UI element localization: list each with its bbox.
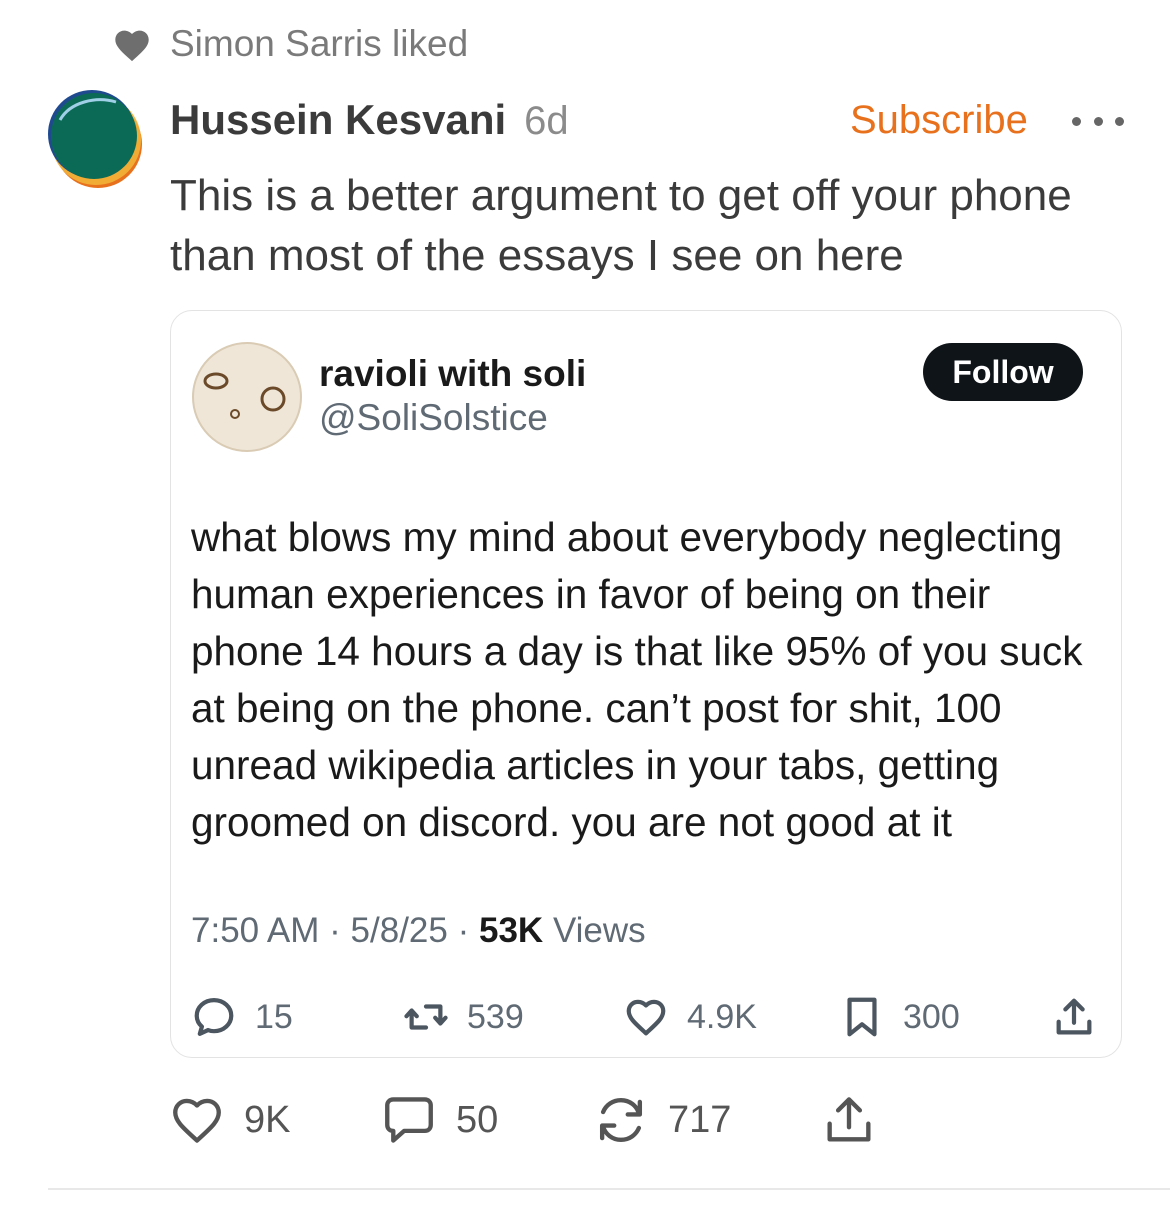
retweet-button[interactable]: 539 — [403, 993, 524, 1041]
post-time: 6d — [524, 99, 569, 143]
embedded-post[interactable]: ravioli with soli @SoliSolstice Follow w… — [170, 310, 1122, 1058]
more-options-icon[interactable] — [1072, 106, 1124, 136]
share-icon — [1056, 998, 1092, 1035]
note-header: Hussein Kesvani 6d — [170, 96, 569, 150]
bookmark-count: 300 — [903, 997, 960, 1036]
reply-count: 15 — [255, 997, 293, 1036]
liked-by-row: Simon Sarris liked — [112, 22, 468, 66]
meta-separator: · — [329, 911, 341, 950]
embed-meta: 7:50 AM · 5/8/25 · 53K Views — [191, 911, 646, 951]
reply-icon — [194, 998, 234, 1036]
heart-icon — [115, 30, 149, 62]
retweet-icon — [404, 1004, 448, 1030]
note-share-button[interactable] — [820, 1090, 878, 1150]
note-restack-button[interactable]: 717 — [592, 1090, 731, 1150]
retweet-count: 539 — [467, 997, 524, 1036]
embed-display-name[interactable]: ravioli with soli — [319, 353, 586, 395]
share-button[interactable] — [1051, 993, 1097, 1041]
author-avatar[interactable] — [46, 90, 146, 190]
like-button[interactable]: 4.9K — [623, 993, 757, 1041]
heart-outline-icon — [626, 999, 666, 1036]
note-restack-count: 717 — [668, 1098, 732, 1141]
note-like-button[interactable]: 9K — [168, 1090, 290, 1150]
share-icon — [827, 1097, 871, 1142]
author-name[interactable]: Hussein Kesvani — [170, 96, 506, 144]
divider — [48, 1188, 1170, 1190]
embed-body: what blows my mind about everybody negle… — [191, 514, 1083, 845]
like-count: 4.9K — [687, 997, 757, 1036]
embed-date: 5/8/25 — [350, 911, 448, 950]
embed-views-count: 53K — [478, 911, 544, 950]
embed-avatar[interactable] — [191, 341, 303, 453]
embed-views-label: Views — [552, 911, 646, 950]
bookmark-button[interactable]: 300 — [839, 993, 960, 1041]
meta-separator: · — [457, 911, 470, 950]
note-comment-count: 50 — [456, 1098, 499, 1141]
embed-time: 7:50 AM — [191, 911, 320, 950]
heart-outline-icon — [173, 1098, 221, 1143]
restack-icon — [599, 1098, 643, 1142]
bookmark-icon — [847, 997, 877, 1037]
follow-button[interactable]: Follow — [923, 343, 1083, 401]
note-like-count: 9K — [244, 1098, 291, 1141]
liked-by-text: Simon Sarris liked — [170, 23, 469, 64]
note-body: This is a better argument to get off you… — [170, 171, 1072, 280]
reply-button[interactable]: 15 — [191, 993, 293, 1041]
embed-handle[interactable]: @SoliSolstice — [319, 397, 548, 439]
subscribe-button[interactable]: Subscribe — [850, 98, 1028, 143]
comment-icon — [385, 1097, 433, 1143]
note-comment-button[interactable]: 50 — [380, 1090, 498, 1150]
